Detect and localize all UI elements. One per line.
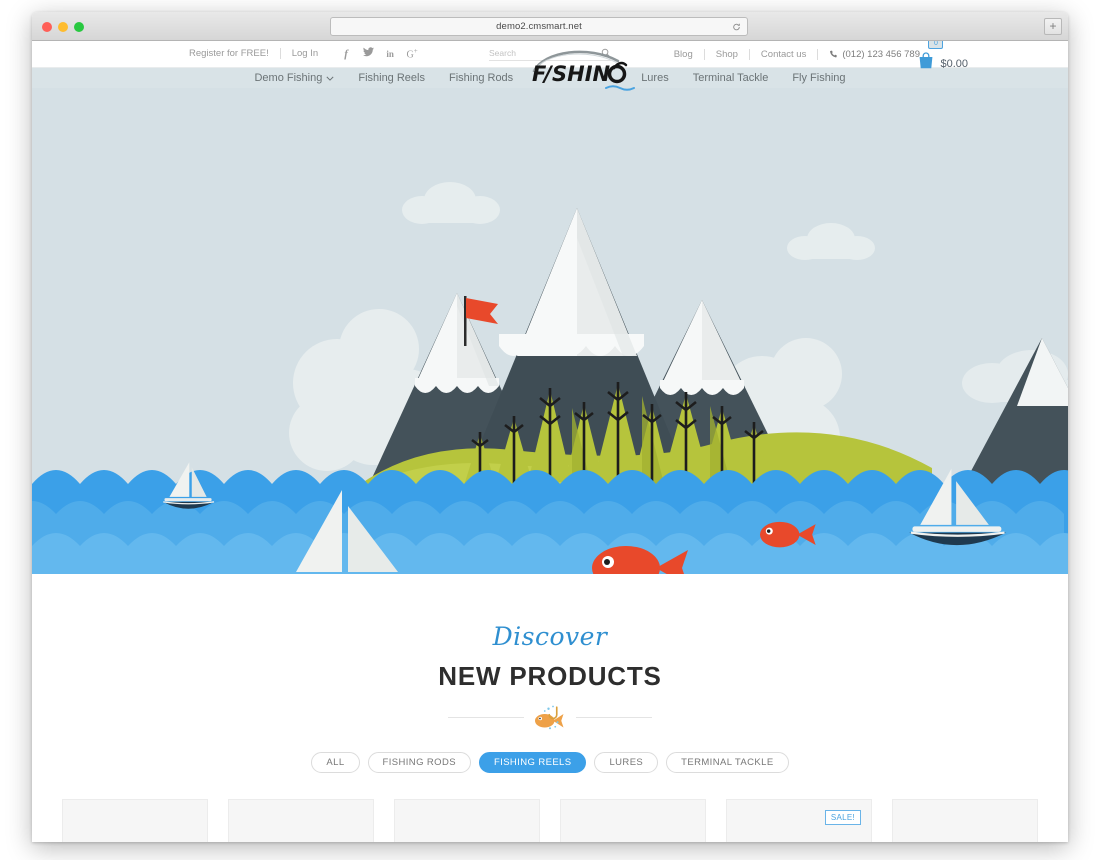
main-navigation: Demo Fishing Fishing Reels Fishing Rods …: [32, 41, 1068, 91]
cart-total: $0.00: [940, 58, 968, 70]
hero-illustration: [32, 88, 1068, 574]
hero-scene: [32, 88, 1068, 574]
section-title: NEW PRODUCTS: [438, 661, 662, 691]
section-eyebrow: Discover: [492, 622, 608, 651]
filter-fishing-reels[interactable]: FISHING REELS: [478, 752, 587, 773]
cart-count-badge: 0: [928, 41, 944, 49]
black-baitcast-reel-image: [561, 840, 705, 842]
product-grid: SALE!: [32, 773, 1068, 842]
sale-badge: SALE!: [824, 810, 861, 825]
svg-text:SHIN: SHIN: [552, 62, 611, 86]
nav-item-fishing-rods[interactable]: Fishing Rods: [437, 72, 525, 84]
divider-line-left: [448, 716, 524, 718]
new-tab-button[interactable]: +: [1044, 18, 1062, 35]
browser-window: demo2.cmsmart.net + Register for FREE! L…: [32, 12, 1068, 842]
nav-item-fishing-reels[interactable]: Fishing Reels: [346, 72, 437, 84]
chevron-down-icon: [326, 76, 334, 81]
divider-line-right: [576, 716, 652, 718]
cart-widget[interactable]: 0 $0.00: [918, 41, 968, 70]
filter-all[interactable]: ALL: [311, 752, 360, 773]
silver-spinning-reel-image: [395, 840, 539, 842]
gold-spinning-reel-image: [727, 840, 871, 842]
product-card-4[interactable]: [560, 799, 706, 842]
nav-item-fly-fishing[interactable]: Fly Fishing: [780, 72, 857, 84]
browser-titlebar: demo2.cmsmart.net +: [32, 12, 1068, 41]
window-controls: [42, 22, 84, 32]
page-viewport: Register for FREE! Log In f in G+ Search…: [32, 41, 1068, 842]
maximize-window-button[interactable]: [74, 22, 84, 32]
product-card-3[interactable]: [394, 799, 540, 842]
wave-row-3: [32, 533, 1068, 574]
fish-hook-ornament-icon: [535, 705, 564, 730]
product-card-2[interactable]: [228, 799, 374, 842]
product-card-1[interactable]: [62, 799, 208, 842]
site-logo[interactable]: F / SHIN: [530, 48, 638, 94]
url-text: demo2.cmsmart.net: [496, 21, 582, 32]
filter-fishing-rods[interactable]: FISHING RODS: [367, 752, 471, 773]
shopping-bag-icon[interactable]: [918, 52, 934, 70]
product-filter-tabs: ALL FISHING RODS FISHING REELS LURES TER…: [32, 752, 1068, 773]
new-products-section: Discover NEW PRODUCTS ALL FISHING RODS F…: [32, 574, 1068, 842]
filter-terminal-tackle[interactable]: TERMINAL TACKLE: [666, 752, 789, 773]
nav-item-terminal-tackle[interactable]: Terminal Tackle: [681, 72, 781, 84]
minimize-window-button[interactable]: [58, 22, 68, 32]
black-spinning-reel-image: [63, 840, 207, 842]
nav-item-demo-fishing[interactable]: Demo Fishing: [242, 72, 346, 84]
reload-icon[interactable]: [732, 22, 741, 31]
product-card-5[interactable]: SALE!: [726, 799, 872, 842]
dark-spinning-reel-image: [893, 840, 1037, 842]
white-spinning-reel-image: [229, 840, 373, 842]
filter-lures[interactable]: LURES: [594, 752, 659, 773]
section-divider: [32, 704, 1068, 730]
product-card-6[interactable]: [892, 799, 1038, 842]
nav-label: Demo Fishing: [254, 72, 323, 84]
address-bar[interactable]: demo2.cmsmart.net: [330, 17, 748, 36]
close-window-button[interactable]: [42, 22, 52, 32]
